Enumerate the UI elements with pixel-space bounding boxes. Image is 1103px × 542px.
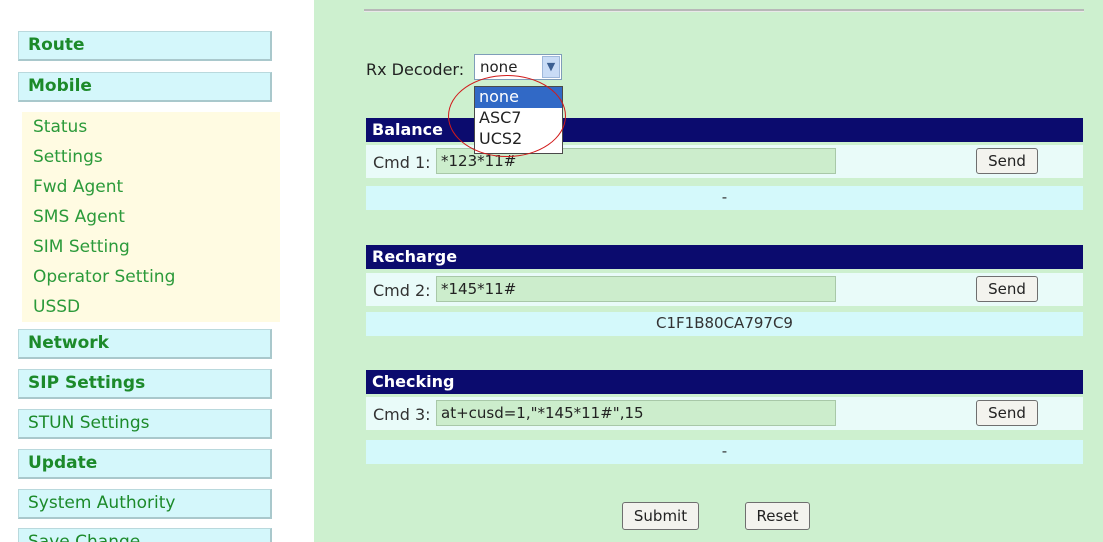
rx-decoder-label: Rx Decoder: [366, 60, 465, 79]
nav-stun-settings[interactable]: STUN Settings [18, 409, 272, 439]
nav-network[interactable]: Network [18, 329, 272, 359]
rx-decoder-selected-value: none [480, 58, 518, 76]
send-button-1[interactable]: Send [976, 148, 1038, 174]
sidebar-item-fwd-agent[interactable]: Fwd Agent [33, 176, 123, 198]
section-header-checking: Checking [366, 370, 1083, 394]
mobile-submenu: Status Settings Fwd Agent SMS Agent SIM … [22, 112, 280, 322]
decoder-option-ucs2[interactable]: UCS2 [475, 129, 562, 150]
rx-decoder-dropdown: none ASC7 UCS2 [474, 86, 563, 154]
send-button-2[interactable]: Send [976, 276, 1038, 302]
nav-route[interactable]: Route [18, 31, 272, 61]
section-header-recharge: Recharge [366, 245, 1083, 269]
sidebar-item-operator-setting[interactable]: Operator Setting [33, 266, 175, 288]
submit-button[interactable]: Submit [622, 502, 699, 530]
cmd-input-2[interactable] [436, 276, 836, 302]
rx-decoder-select[interactable]: none ▼ [474, 54, 562, 80]
chevron-down-icon[interactable]: ▼ [542, 56, 560, 78]
reset-button[interactable]: Reset [745, 502, 810, 530]
nav-mobile[interactable]: Mobile [18, 72, 272, 102]
result-row-1: - [366, 186, 1083, 210]
sidebar-item-sms-agent[interactable]: SMS Agent [33, 206, 125, 228]
send-button-3[interactable]: Send [976, 400, 1038, 426]
sidebar-item-ussd[interactable]: USSD [33, 296, 80, 318]
decoder-option-none[interactable]: none [475, 87, 562, 108]
cmd-row-2: Cmd 2: Send [366, 273, 1083, 306]
cmd-label-1: Cmd 1: [373, 153, 431, 172]
sidebar-item-settings[interactable]: Settings [33, 146, 103, 168]
sidebar-item-sim-setting[interactable]: SIM Setting [33, 236, 130, 258]
result-row-3: - [366, 440, 1083, 464]
nav-system-authority[interactable]: System Authority [18, 489, 272, 519]
result-row-2: C1F1B80CA797C9 [366, 312, 1083, 336]
cmd-label-2: Cmd 2: [373, 281, 431, 300]
top-divider [364, 9, 1084, 12]
cmd-input-3[interactable] [436, 400, 836, 426]
nav-save-change[interactable]: Save Change [18, 528, 272, 542]
sidebar: Route Mobile Status Settings Fwd Agent S… [0, 0, 300, 542]
sidebar-item-status[interactable]: Status [33, 116, 87, 138]
cmd-label-3: Cmd 3: [373, 405, 431, 424]
nav-sip-settings[interactable]: SIP Settings [18, 369, 272, 399]
nav-update[interactable]: Update [18, 449, 272, 479]
decoder-option-asc7[interactable]: ASC7 [475, 108, 562, 129]
cmd-row-3: Cmd 3: Send [366, 397, 1083, 430]
